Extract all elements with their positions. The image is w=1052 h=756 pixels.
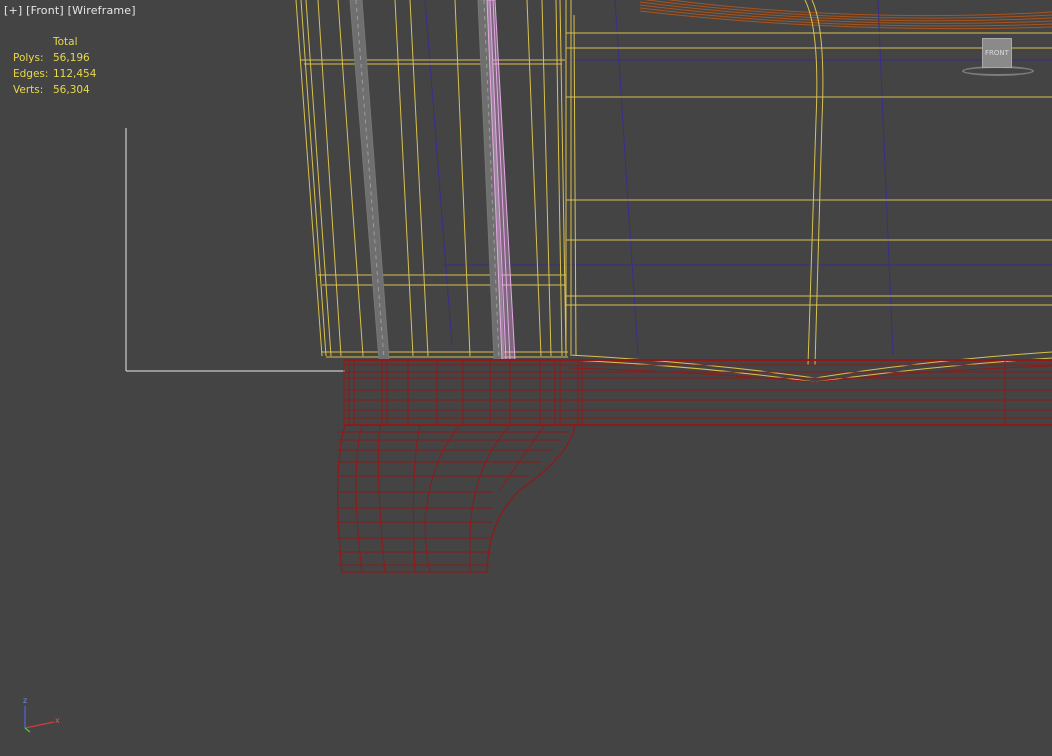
viewcube-front-face[interactable]: FRONT bbox=[982, 38, 1012, 68]
axis-x-label: x bbox=[55, 716, 60, 725]
stats-header: Total bbox=[53, 36, 78, 48]
viewport-front[interactable]: [+] [Front] [Wireframe] Total Polys: 56,… bbox=[0, 0, 1052, 756]
stats-row-verts: Verts: 56,304 bbox=[13, 82, 96, 98]
statistics-overlay: Total Polys: 56,196 Edges: 112,454 Verts… bbox=[13, 34, 96, 98]
stats-label: Polys: bbox=[13, 52, 44, 64]
viewcube[interactable]: FRONT bbox=[960, 38, 1036, 80]
yellow-object-wireframe-left bbox=[295, 0, 568, 358]
viewport-view-menu[interactable]: [Front] bbox=[26, 4, 64, 17]
viewport-label[interactable]: [+] [Front] [Wireframe] bbox=[4, 4, 136, 17]
wireframe-scene[interactable] bbox=[0, 0, 1052, 756]
orange-object-wireframe bbox=[639, 0, 1052, 30]
blue-object-wireframe bbox=[424, 0, 1052, 357]
stats-row-polys: Polys: 56,196 bbox=[13, 50, 96, 66]
red-foot-wireframe bbox=[337, 424, 576, 573]
stats-value: 112,454 bbox=[53, 68, 97, 80]
stats-value: 56,196 bbox=[53, 52, 90, 64]
stats-row-edges: Edges: 112,454 bbox=[13, 66, 96, 82]
stats-label: Edges: bbox=[13, 68, 49, 80]
stats-label: Verts: bbox=[13, 84, 44, 96]
viewport-plus-menu[interactable]: [+] bbox=[4, 4, 22, 17]
red-base-wireframe bbox=[343, 359, 1052, 426]
stats-value: 56,304 bbox=[53, 84, 90, 96]
viewport-shading-menu[interactable]: [Wireframe] bbox=[68, 4, 136, 17]
grey-rod-wireframe bbox=[349, 0, 505, 361]
axis-tripod-icon: z x bbox=[23, 696, 60, 733]
axis-z-label: z bbox=[23, 696, 27, 705]
